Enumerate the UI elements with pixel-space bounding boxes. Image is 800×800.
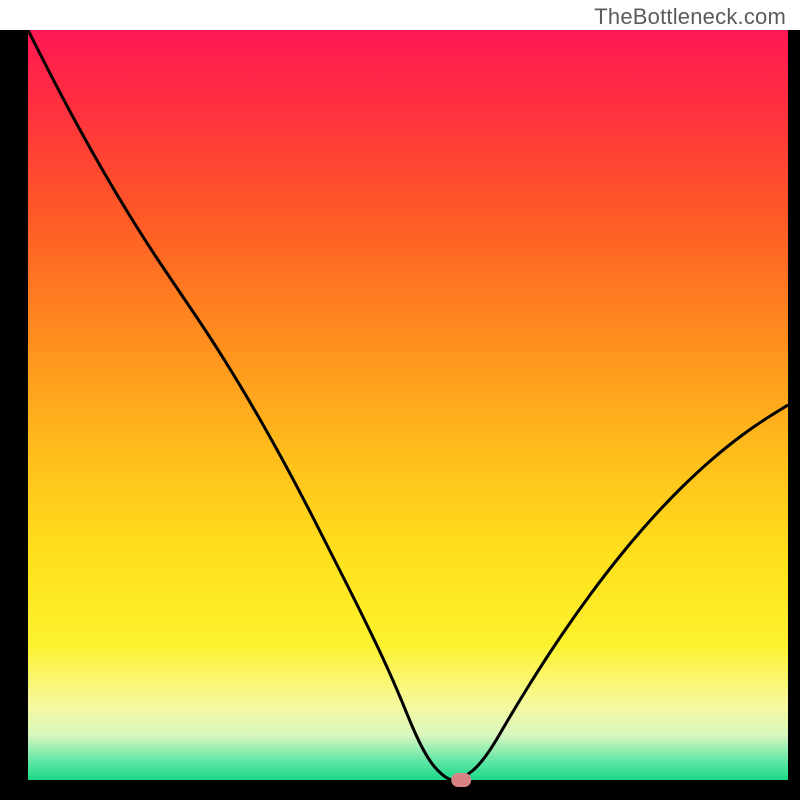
bottleneck-chart <box>0 30 800 800</box>
bottleneck-chart-container: { "watermark": "TheBottleneck.com", "cha… <box>0 0 800 800</box>
optimal-point-marker <box>451 773 471 787</box>
chart-plot-area <box>28 30 788 780</box>
watermark-text: TheBottleneck.com <box>594 4 786 30</box>
